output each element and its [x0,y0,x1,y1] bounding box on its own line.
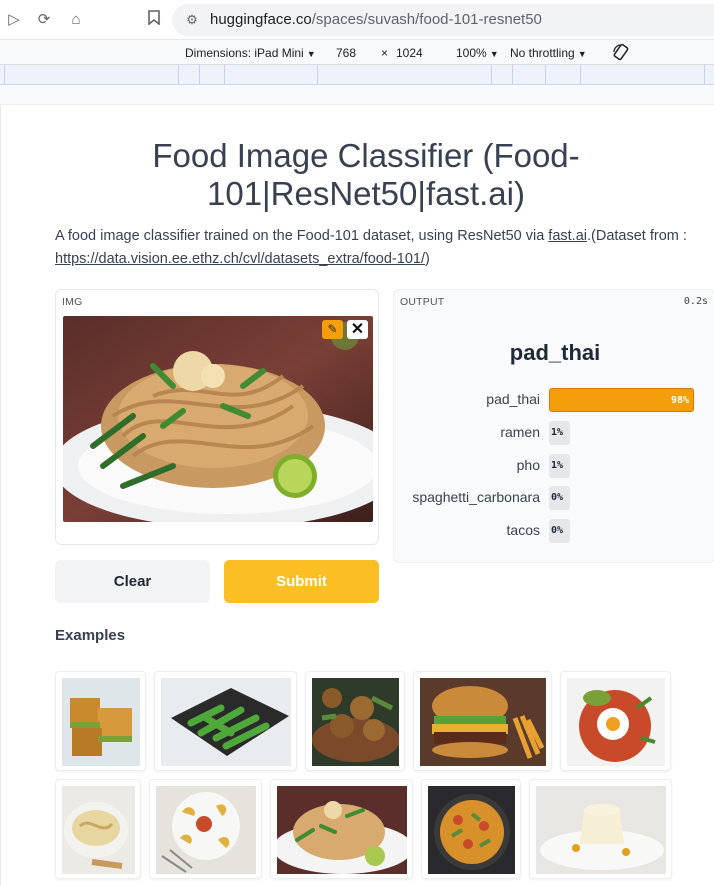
example-falafel[interactable] [305,671,405,771]
confidence-bar: 1% [549,421,570,445]
width-field[interactable]: 768 [336,46,356,60]
site-info-icon[interactable]: ⚙ [184,12,200,28]
input-label: IMG [62,296,83,308]
confidence-row: tacos 0% [394,519,714,543]
rotate-icon[interactable] [612,43,630,64]
confidence-row: spaghetti_carbonara 0% [394,486,714,510]
browser-toolbar: ▷ ⟳ ⌂ ⚙ huggingface.co/spaces/suvash/foo… [0,0,714,40]
image-input-panel: IMG ✎ ✕ [55,289,379,545]
elapsed-time: 0.2s [683,296,708,307]
example-hummus[interactable] [55,779,141,879]
clear-button[interactable]: Clear [55,560,210,603]
confidence-bar: 0% [549,486,570,510]
confidence-value: 0% [551,525,564,536]
zoom-select[interactable]: 100% ▼ [456,46,499,60]
forward-icon[interactable]: ▷ [4,10,24,30]
example-hamburger[interactable] [413,671,552,771]
confidence-bar: 0% [549,519,570,543]
device-toolbar: Dimensions: iPad Mini ▼ 768 × 1024 100% ▼ … [0,40,714,65]
url-text[interactable]: huggingface.co/spaces/suvash/food-101-re… [210,11,542,28]
example-panna_cotta[interactable] [529,779,672,879]
confidence-bar: 1% [549,454,570,478]
output-panel: OUTPUT 0.2s pad_thai pad_thai 98% ramen … [393,289,714,563]
submit-button[interactable]: Submit [224,560,379,603]
confidence-value: 98% [670,395,689,406]
address-bar[interactable]: ⚙ huggingface.co/spaces/suvash/food-101-… [172,4,714,36]
example-edamame[interactable] [154,671,297,771]
examples-heading: Examples [55,627,126,644]
dropdown-caret-icon: ▼ [577,49,587,59]
output-label: OUTPUT [400,296,445,308]
app-page: Food Image Classifier (Food-101|ResNet50… [0,104,714,885]
confidence-label: tacos [506,522,540,538]
confidence-bar: 98% [549,388,694,412]
example-baklava[interactable] [55,671,146,771]
times-label: × [381,46,389,60]
predicted-label: pad_thai [509,340,601,365]
confidence-label: ramen [500,424,540,440]
confidence-value: 1% [551,460,564,471]
page-title: Food Image Classifier (Food-101|ResNet50… [152,137,580,212]
confidence-value: 0% [551,492,564,503]
uploaded-food-image[interactable] [63,316,373,522]
example-pad_thai[interactable] [270,779,413,879]
bookmark-icon[interactable] [144,10,164,30]
fastai-link[interactable]: fast.ai [548,228,587,244]
confidence-row: pad_thai 98% [394,388,714,412]
device-select[interactable]: Dimensions: iPad Mini ▼ [185,46,316,60]
dropdown-caret-icon: ▼ [306,49,316,59]
media-query-ruler [0,65,714,85]
example-gyoza[interactable] [149,779,262,879]
confidence-value: 1% [551,427,564,438]
confidence-label: pho [516,457,540,473]
example-huevos_rancheros[interactable] [560,671,671,771]
throttling-select[interactable]: No throttling ▼ [510,46,587,60]
dataset-link[interactable]: https://data.vision.ee.ethz.ch/cvl/datas… [55,251,425,267]
example-paella[interactable] [421,779,521,879]
dropdown-caret-icon: ▼ [489,49,499,59]
height-field[interactable]: 1024 [396,46,423,60]
confidence-label: spaghetti_carbonara [412,489,540,505]
confidence-label: pad_thai [486,391,540,407]
reload-icon[interactable]: ⟳ [34,10,54,30]
close-icon[interactable]: ✕ [347,320,368,339]
edit-icon[interactable]: ✎ [322,320,343,339]
confidence-row: pho 1% [394,454,714,478]
confidence-row: ramen 1% [394,421,714,445]
description: A food image classifier trained on the F… [55,228,687,267]
home-icon[interactable]: ⌂ [66,10,86,30]
viewport-margin [0,85,714,104]
